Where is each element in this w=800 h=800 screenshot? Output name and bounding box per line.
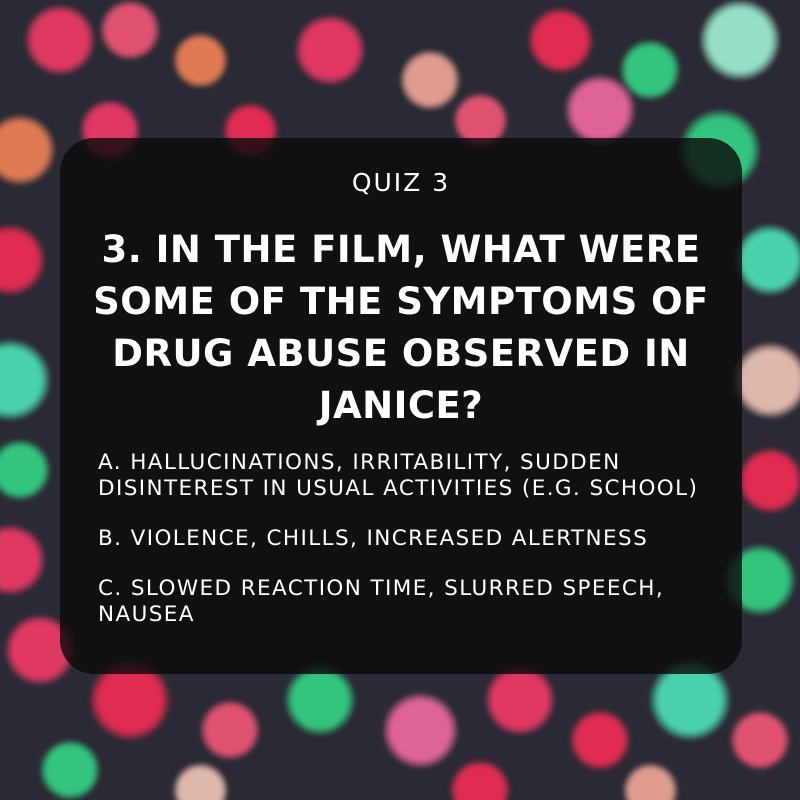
bokeh-light <box>565 75 635 145</box>
bokeh-light <box>485 665 555 735</box>
quiz-card: QUIZ 3 3. IN THE FILM, WHAT WERE SOME OF… <box>60 138 742 674</box>
answer-option-a: A. HALLUCINATIONS, IRRITABILITY, SUDDEN … <box>98 450 699 501</box>
bokeh-light <box>0 115 55 185</box>
bokeh-light <box>737 447 800 513</box>
bokeh-light <box>25 5 95 75</box>
bokeh-light <box>285 665 355 735</box>
bokeh-light <box>0 340 50 420</box>
bokeh-light <box>0 225 45 295</box>
bokeh-light <box>0 525 45 595</box>
answer-option-c: C. SLOWED REACTION TIME, SLURRED SPEECH,… <box>98 576 665 627</box>
bokeh-light <box>400 50 460 110</box>
bokeh-light <box>295 15 365 85</box>
bokeh-light <box>0 440 50 500</box>
bokeh-light <box>622 762 678 800</box>
bokeh-light <box>450 760 510 800</box>
question-text: 3. IN THE FILM, WHAT WERE SOME OF THE SY… <box>93 228 709 427</box>
answer-option-b: B. VIOLENCE, CHILLS, INCREASED ALERTNESS <box>98 526 649 551</box>
quiz-label: QUIZ 3 <box>351 168 451 197</box>
bokeh-light <box>732 342 800 418</box>
bokeh-light <box>200 700 260 760</box>
bokeh-light <box>700 0 780 80</box>
bokeh-light <box>172 32 228 88</box>
answer-options: A. HALLUCINATIONS, IRRITABILITY, SUDDEN … <box>98 450 728 652</box>
bokeh-light <box>382 692 458 768</box>
bokeh-light <box>527 7 593 73</box>
bokeh-light <box>735 225 800 295</box>
bokeh-light <box>730 710 790 770</box>
bokeh-light <box>172 762 228 800</box>
bokeh-light <box>40 740 100 800</box>
bokeh-light <box>570 710 630 770</box>
bokeh-light <box>100 0 160 60</box>
